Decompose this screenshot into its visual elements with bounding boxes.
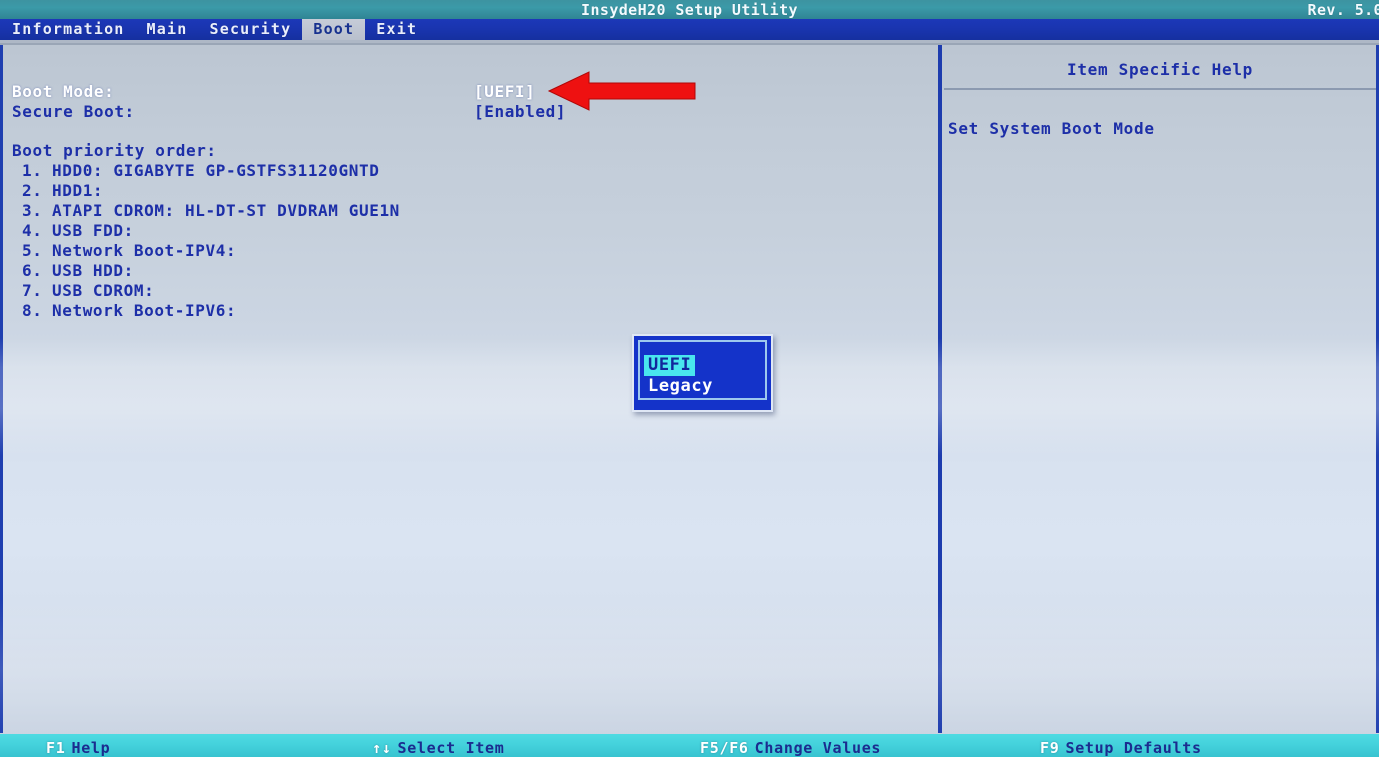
title-bar: InsydeH20 Setup Utility Rev. 5.0 (0, 0, 1379, 19)
boot-item-1[interactable]: 1. HDD0: GIGABYTE GP-GSTFS31120GNTD (22, 161, 379, 181)
boot-item-4-number: 4. (22, 221, 43, 240)
shortcut-select-item-label: Select Item (397, 739, 505, 757)
shortcut-change-values-label: Change Values (754, 739, 882, 757)
revision-label: Rev. 5.0 (1307, 1, 1379, 19)
boot-item-3-label: ATAPI CDROM: HL-DT-ST DVDRAM GUE1N (52, 201, 400, 220)
left-border (0, 45, 3, 733)
boot-mode-value[interactable]: [UEFI] (474, 82, 535, 102)
boot-mode-popup[interactable]: UEFI Legacy (632, 334, 773, 412)
help-panel-title: Item Specific Help (1067, 60, 1253, 79)
shortcut-setup-defaults[interactable]: F9 Setup Defaults (1040, 739, 1202, 757)
tab-boot[interactable]: Boot (302, 19, 366, 40)
boot-item-5-label: Network Boot-IPV4: (52, 241, 237, 260)
status-bar: F1 Help ↑↓ Select Item F5/F6 Change Values … (0, 734, 1379, 757)
boot-item-8-number: 8. (22, 301, 43, 320)
popup-option-legacy[interactable]: Legacy (644, 376, 717, 397)
boot-item-1-number: 1. (22, 161, 43, 180)
shortcut-help-key: F1 (46, 739, 66, 757)
shortcut-change-values-key: F5/F6 (700, 739, 749, 757)
panel-divider (938, 45, 942, 733)
boot-item-5[interactable]: 5. Network Boot-IPV4: (22, 241, 236, 261)
boot-item-8-label: Network Boot-IPV6: (52, 301, 237, 320)
popup-option-uefi[interactable]: UEFI (644, 355, 696, 376)
menu-underline-lower (0, 43, 1379, 45)
menu-bar[interactable]: Information Main Security Boot Exit (0, 19, 1379, 40)
boot-settings-pane: Boot Mode: [UEFI] Secure Boot: [Enabled]… (6, 48, 936, 732)
boot-item-2[interactable]: 2. HDD1: (22, 181, 103, 201)
tab-security[interactable]: Security (198, 19, 302, 40)
tab-exit[interactable]: Exit (365, 19, 428, 40)
red-arrow-annotation (547, 71, 696, 111)
boot-item-2-label: HDD1: (52, 181, 104, 200)
boot-priority-heading: Boot priority order: (12, 141, 217, 160)
boot-item-7[interactable]: 7. USB CDROM: (22, 281, 154, 301)
shortcut-change-values[interactable]: F5/F6 Change Values (700, 739, 881, 757)
boot-item-4-label: USB FDD: (52, 221, 134, 240)
bios-setup-screen: InsydeH20 Setup Utility Rev. 5.0 Informa… (0, 0, 1379, 757)
tab-main[interactable]: Main (136, 19, 199, 40)
boot-item-2-number: 2. (22, 181, 43, 200)
shortcut-setup-defaults-key: F9 (1040, 739, 1060, 757)
help-panel-body: Set System Boot Mode (948, 119, 1155, 138)
secure-boot-label: Secure Boot: (12, 102, 135, 121)
shortcut-help-label: Help (71, 739, 111, 757)
boot-item-6-label: USB HDD: (52, 261, 134, 280)
boot-item-6-number: 6. (22, 261, 43, 280)
shortcut-select-item-key: ↑↓ (372, 739, 392, 757)
boot-item-6[interactable]: 6. USB HDD: (22, 261, 134, 281)
boot-item-8[interactable]: 8. Network Boot-IPV6: (22, 301, 236, 321)
boot-item-1-label: HDD0: GIGABYTE GP-GSTFS31120GNTD (52, 161, 380, 180)
boot-item-4[interactable]: 4. USB FDD: (22, 221, 134, 241)
boot-mode-label: Boot Mode: (12, 82, 115, 101)
help-panel-rule (944, 88, 1376, 90)
app-title: InsydeH20 Setup Utility (581, 1, 798, 19)
boot-item-3[interactable]: 3. ATAPI CDROM: HL-DT-ST DVDRAM GUE1N (22, 201, 400, 221)
tab-information[interactable]: Information (0, 19, 136, 40)
shortcut-help[interactable]: F1 Help (46, 739, 110, 757)
boot-item-7-number: 7. (22, 281, 43, 300)
shortcut-setup-defaults-label: Setup Defaults (1065, 739, 1202, 757)
boot-item-7-label: USB CDROM: (52, 281, 155, 300)
boot-item-5-number: 5. (22, 241, 43, 260)
item-specific-help-panel: Item Specific Help Set System Boot Mode (944, 48, 1376, 732)
boot-item-3-number: 3. (22, 201, 43, 220)
shortcut-select-item[interactable]: ↑↓ Select Item (372, 739, 505, 757)
